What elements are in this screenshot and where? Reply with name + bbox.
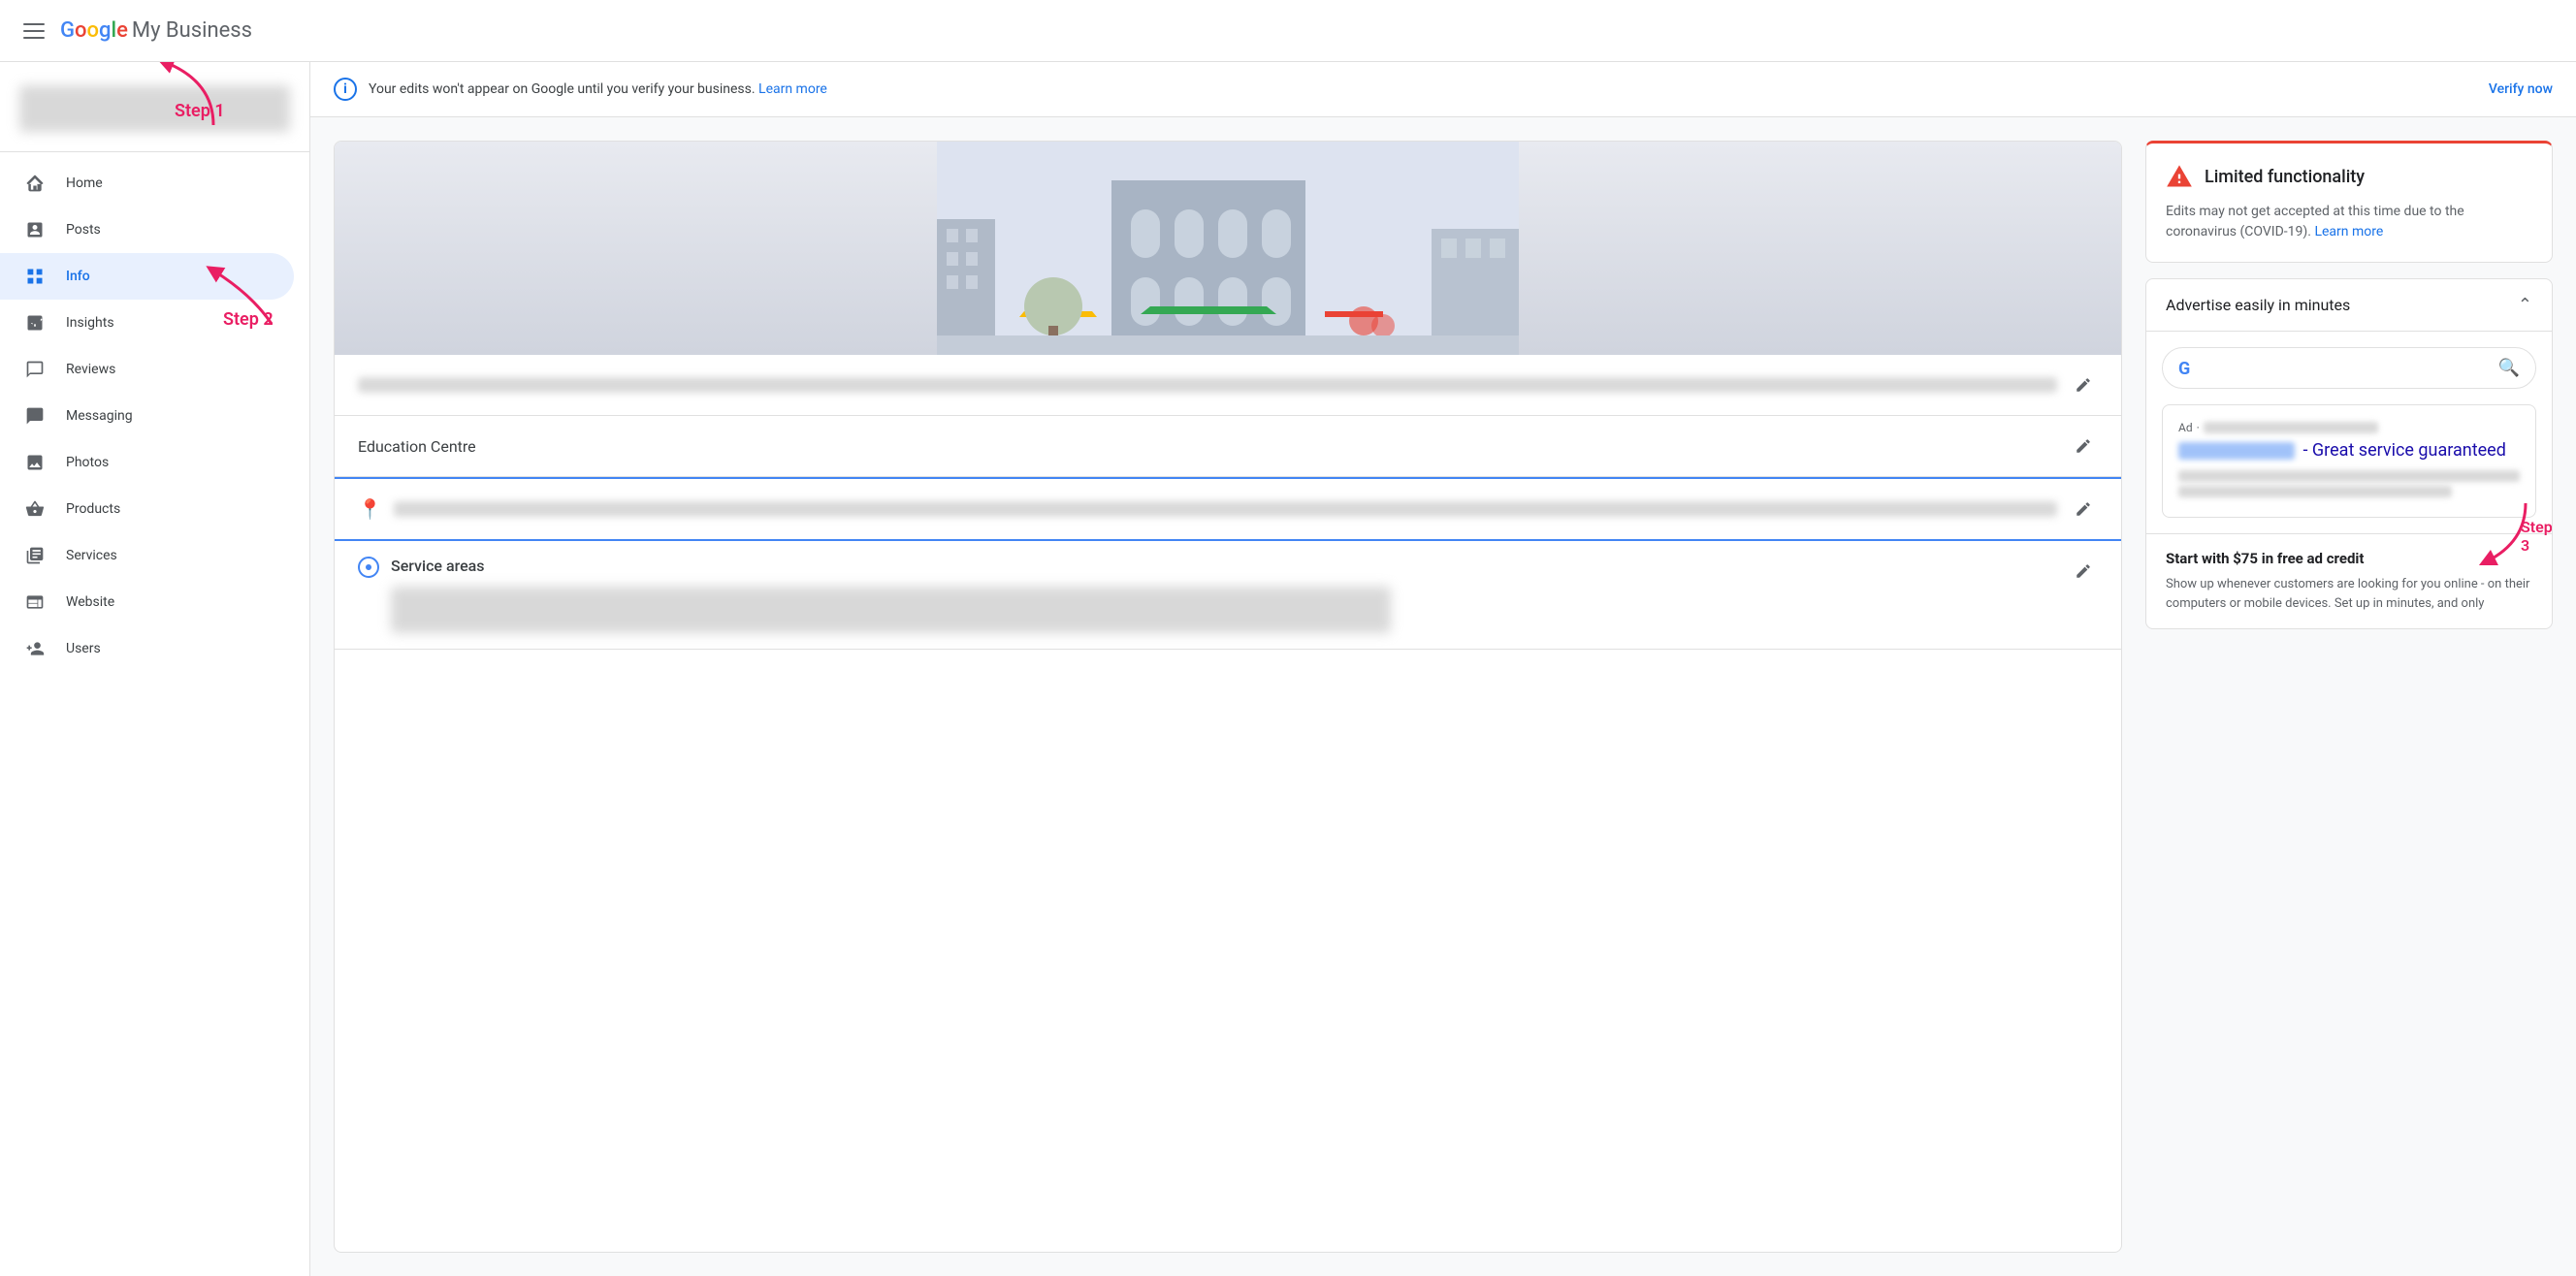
photos-icon (23, 451, 47, 474)
content-split: Education Centre 📍 (310, 117, 2576, 1276)
advertise-header[interactable]: Advertise easily in minutes ⌃ (2146, 279, 2552, 332)
lf-title: Limited functionality (2205, 167, 2365, 187)
ad-desc-blur-1 (2178, 470, 2520, 482)
home-label: Home (66, 175, 103, 191)
business-illustration (335, 142, 2121, 355)
reviews-label: Reviews (66, 362, 115, 377)
business-name-row: Education Centre (335, 416, 2121, 477)
location-blur (394, 501, 2057, 517)
website-label: Website (66, 594, 114, 610)
info-icon (23, 265, 47, 288)
services-label: Services (66, 548, 117, 563)
advertise-title: Advertise easily in minutes (2166, 296, 2350, 314)
sidebar-item-users[interactable]: Users (0, 625, 294, 672)
app-logo: Google My Business (60, 18, 252, 43)
edit-name-button[interactable] (2069, 431, 2098, 461)
edit-location-button[interactable] (2069, 494, 2098, 524)
ad-url-blur (2204, 422, 2378, 433)
messaging-label: Messaging (66, 408, 133, 424)
ad-preview-card: Ad · - Great service guaranteed (2162, 404, 2536, 518)
content-area: i Your edits won't appear on Google unti… (310, 62, 2576, 1276)
location-row: 📍 (335, 477, 2121, 541)
google-g-icon: G (2178, 359, 2198, 378)
service-area-content: Service areas (391, 557, 2057, 633)
sidebar-item-posts[interactable]: Posts (0, 207, 294, 253)
covid-learn-more-link[interactable]: Learn more (2314, 224, 2383, 239)
sidebar-item-services[interactable]: Services (0, 532, 294, 579)
ad-title: - Great service guaranteed (2178, 438, 2520, 463)
lf-message: Edits may not get accepted at this time … (2166, 202, 2532, 242)
info-circle-icon: i (334, 78, 357, 101)
service-area-blur (391, 587, 1391, 633)
sidebar-item-messaging[interactable]: Messaging (0, 393, 294, 439)
verify-banner: i Your edits won't appear on Google unti… (310, 62, 2576, 117)
posts-icon (23, 218, 47, 241)
info-label: Info (66, 269, 90, 284)
ad-label: Ad · (2178, 421, 2520, 434)
sidebar: Step 1 Step 2 Home (0, 62, 310, 1276)
users-icon (23, 637, 47, 660)
insights-label: Insights (66, 315, 114, 331)
sidebar-nav: Home Posts Info Insights (0, 160, 309, 672)
business-name: Education Centre (358, 437, 2057, 456)
photos-label: Photos (66, 455, 109, 470)
buildings-illustration (335, 142, 2121, 355)
sidebar-profile (0, 70, 309, 152)
google-wordmark: Google (60, 18, 128, 43)
chevron-up-icon: ⌃ (2518, 295, 2532, 315)
sidebar-item-website[interactable]: Website (0, 579, 294, 625)
free-credit-text: Show up whenever customers are looking f… (2166, 575, 2532, 613)
category-blur (358, 377, 2057, 393)
free-credit-title: Start with $75 in free ad credit (2166, 550, 2532, 567)
ad-desc-blur-2 (2178, 486, 2452, 497)
service-area-row: Service areas (335, 541, 2121, 650)
menu-button[interactable] (16, 16, 52, 47)
google-search-mock: G 🔍 (2162, 347, 2536, 389)
advertise-card: Advertise easily in minutes ⌃ G 🔍 Ad (2145, 278, 2553, 629)
profile-blur (19, 85, 290, 132)
sidebar-item-home[interactable]: Home (0, 160, 294, 207)
insights-icon (23, 311, 47, 335)
sidebar-item-info[interactable]: Info (0, 253, 294, 300)
lf-header: Limited functionality (2166, 163, 2532, 190)
services-icon (23, 544, 47, 567)
reviews-icon (23, 358, 47, 381)
free-credit-section: Start with $75 in free ad credit Show up… (2146, 533, 2552, 628)
app-header: Google My Business (0, 0, 2576, 62)
info-left-panel: Education Centre 📍 (334, 141, 2122, 1253)
learn-more-verify-link[interactable]: Learn more (758, 81, 827, 97)
website-icon (23, 590, 47, 614)
users-label: Users (66, 641, 101, 656)
service-area-title: Service areas (391, 557, 2057, 575)
business-category-row (335, 355, 2121, 416)
warning-triangle-icon (2166, 163, 2193, 190)
location-pin-icon: 📍 (358, 497, 382, 521)
verify-banner-text: Your edits won't appear on Google until … (369, 81, 2477, 97)
products-icon (23, 497, 47, 521)
limited-functionality-card: Limited functionality Edits may not get … (2145, 141, 2553, 263)
sidebar-item-insights[interactable]: Insights (0, 300, 294, 346)
sidebar-item-reviews[interactable]: Reviews (0, 346, 294, 393)
edit-category-button[interactable] (2069, 370, 2098, 399)
home-icon (23, 172, 47, 195)
products-label: Products (66, 501, 120, 517)
right-panel: Limited functionality Edits may not get … (2145, 141, 2553, 1253)
verify-now-button[interactable]: Verify now (2489, 81, 2553, 97)
posts-label: Posts (66, 222, 101, 238)
ad-title-blur (2178, 442, 2295, 460)
my-business-wordmark: My Business (132, 18, 252, 43)
sidebar-item-products[interactable]: Products (0, 486, 294, 532)
sidebar-item-photos[interactable]: Photos (0, 439, 294, 486)
edit-service-area-button[interactable] (2069, 557, 2098, 586)
messaging-icon (23, 404, 47, 428)
service-area-icon (358, 557, 379, 578)
main-layout: Step 1 Step 2 Home (0, 62, 2576, 1276)
search-icon: 🔍 (2498, 358, 2520, 378)
